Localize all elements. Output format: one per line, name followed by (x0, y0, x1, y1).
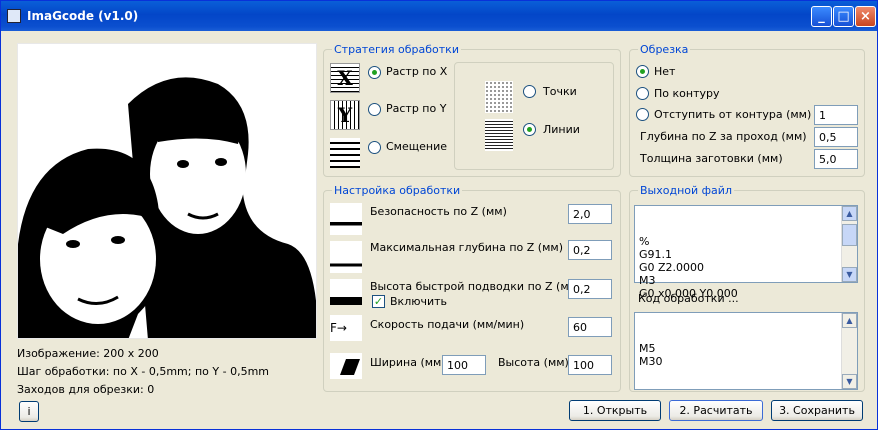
raster-y-label: Растр по Y (386, 102, 447, 115)
trim-contour-radio[interactable] (636, 87, 649, 100)
points-icon (485, 81, 513, 113)
max-depth-input[interactable] (568, 240, 612, 260)
offset-label: Смещение (386, 140, 447, 153)
raster-y-radio[interactable] (368, 103, 381, 116)
feed-label: Скорость подачи (мм/мин) (370, 318, 525, 331)
calculate-button[interactable]: 2. Расчитать (669, 400, 763, 421)
enable-checkbox[interactable]: ✓ (372, 295, 385, 308)
output-title: Выходной файл (638, 184, 734, 197)
code-textarea[interactable]: M5 M30 ▲ ▼ (634, 312, 858, 390)
output-file-scrollbar[interactable]: ▲ ▼ (841, 206, 857, 282)
points-radio[interactable] (523, 85, 536, 98)
rapid-z-label: Высота быстрой подводки по Z (мм) (370, 280, 582, 293)
offset-radio[interactable] (368, 141, 381, 154)
width-input[interactable] (442, 355, 486, 375)
enable-label: Включить (390, 295, 448, 308)
safe-z-input[interactable] (568, 204, 612, 224)
safe-z-label: Безопасность по Z (мм) (370, 205, 507, 218)
raster-x-radio[interactable] (368, 66, 381, 79)
save-button[interactable]: 3. Сохранить (771, 400, 863, 421)
strategy-title: Стратегия обработки (332, 43, 461, 56)
trim-offset-radio[interactable] (636, 108, 649, 121)
raster-x-label: Растр по X (386, 65, 448, 78)
code-content: M5 M30 (639, 342, 663, 368)
rapid-z-input[interactable] (568, 279, 612, 299)
strategy-group: Стратегия обработки X Растр по X Y Растр… (323, 43, 621, 177)
depth-per-pass-input[interactable] (814, 127, 858, 147)
points-label: Точки (543, 85, 577, 98)
scroll-up-icon[interactable]: ▲ (842, 206, 857, 221)
image-size-text: Изображение: 200 x 200 (17, 347, 159, 360)
lines-radio[interactable] (523, 123, 536, 136)
trim-none-radio[interactable] (636, 65, 649, 78)
lines-icon (485, 119, 513, 151)
window-title: ImaGcode (v1.0) (27, 9, 139, 23)
size-icon (330, 353, 362, 379)
close-button[interactable]: × (855, 6, 876, 27)
trim-contour-label: По контуру (654, 87, 720, 100)
rapid-z-icon (330, 279, 362, 305)
app-window: ImaGcode (v1.0) _ □ × Изображение: 200 x… (0, 0, 878, 430)
open-button[interactable]: 1. Открыть (569, 400, 661, 421)
width-label: Ширина (мм) (370, 356, 446, 369)
scroll-thumb[interactable] (842, 224, 857, 246)
trim-offset-input[interactable] (814, 105, 858, 125)
height-label: Высота (мм) (498, 356, 569, 369)
lines-label: Линии (543, 123, 580, 136)
feed-input[interactable] (568, 317, 612, 337)
image-preview (17, 43, 317, 339)
raster-y-icon: Y (330, 100, 360, 130)
settings-group: Настройка обработки Безопасность по Z (м… (323, 184, 621, 392)
app-icon (7, 9, 21, 23)
code-label: Код обработки ... (638, 292, 739, 305)
trim-none-label: Нет (654, 65, 676, 78)
maximize-button[interactable]: □ (833, 6, 854, 27)
safe-z-icon (330, 203, 362, 235)
trim-title: Обрезка (638, 43, 691, 56)
trim-group: Обрезка Нет По контуру Отступить от конт… (629, 43, 865, 177)
trim-offset-label: Отступить от контура (мм) (654, 108, 812, 121)
height-input[interactable] (568, 355, 612, 375)
scroll-down-icon[interactable]: ▼ (842, 267, 857, 282)
mode-subgroup: Точки Линии (454, 62, 614, 170)
info-button[interactable]: i (19, 401, 39, 422)
output-file-textarea[interactable]: % G91.1 G0 Z2.0000 M3 G0 x0.000 Y0.000 ▲… (634, 205, 858, 300)
trim-passes-text: Заходов для обрезки: 0 (17, 383, 155, 396)
output-group: Выходной файл % G91.1 G0 Z2.0000 M3 G0 x… (629, 184, 865, 392)
title-bar: ImaGcode (v1.0) _ □ × (1, 1, 877, 31)
code-scrollbar[interactable]: ▲ ▼ (841, 313, 857, 389)
depth-per-pass-label: Глубина по Z за проход (мм) (640, 130, 807, 143)
scroll-down-icon[interactable]: ▼ (842, 374, 857, 389)
raster-x-icon: X (330, 63, 360, 93)
offset-icon (330, 138, 360, 168)
minimize-button[interactable]: _ (811, 6, 832, 27)
thickness-input[interactable] (814, 149, 858, 169)
image-step-text: Шаг обработки: по X - 0,5mm; по Y - 0,5m… (17, 365, 270, 378)
output-file-content: % G91.1 G0 Z2.0000 M3 G0 x0.000 Y0.000 (639, 235, 738, 300)
thickness-label: Толщина заготовки (мм) (640, 152, 783, 165)
feed-icon: F→ (330, 315, 362, 341)
scroll-up-icon[interactable]: ▲ (842, 313, 857, 328)
settings-title: Настройка обработки (332, 184, 463, 197)
max-depth-label: Максимальная глубина по Z (мм) (370, 241, 563, 254)
max-depth-icon (330, 241, 362, 273)
